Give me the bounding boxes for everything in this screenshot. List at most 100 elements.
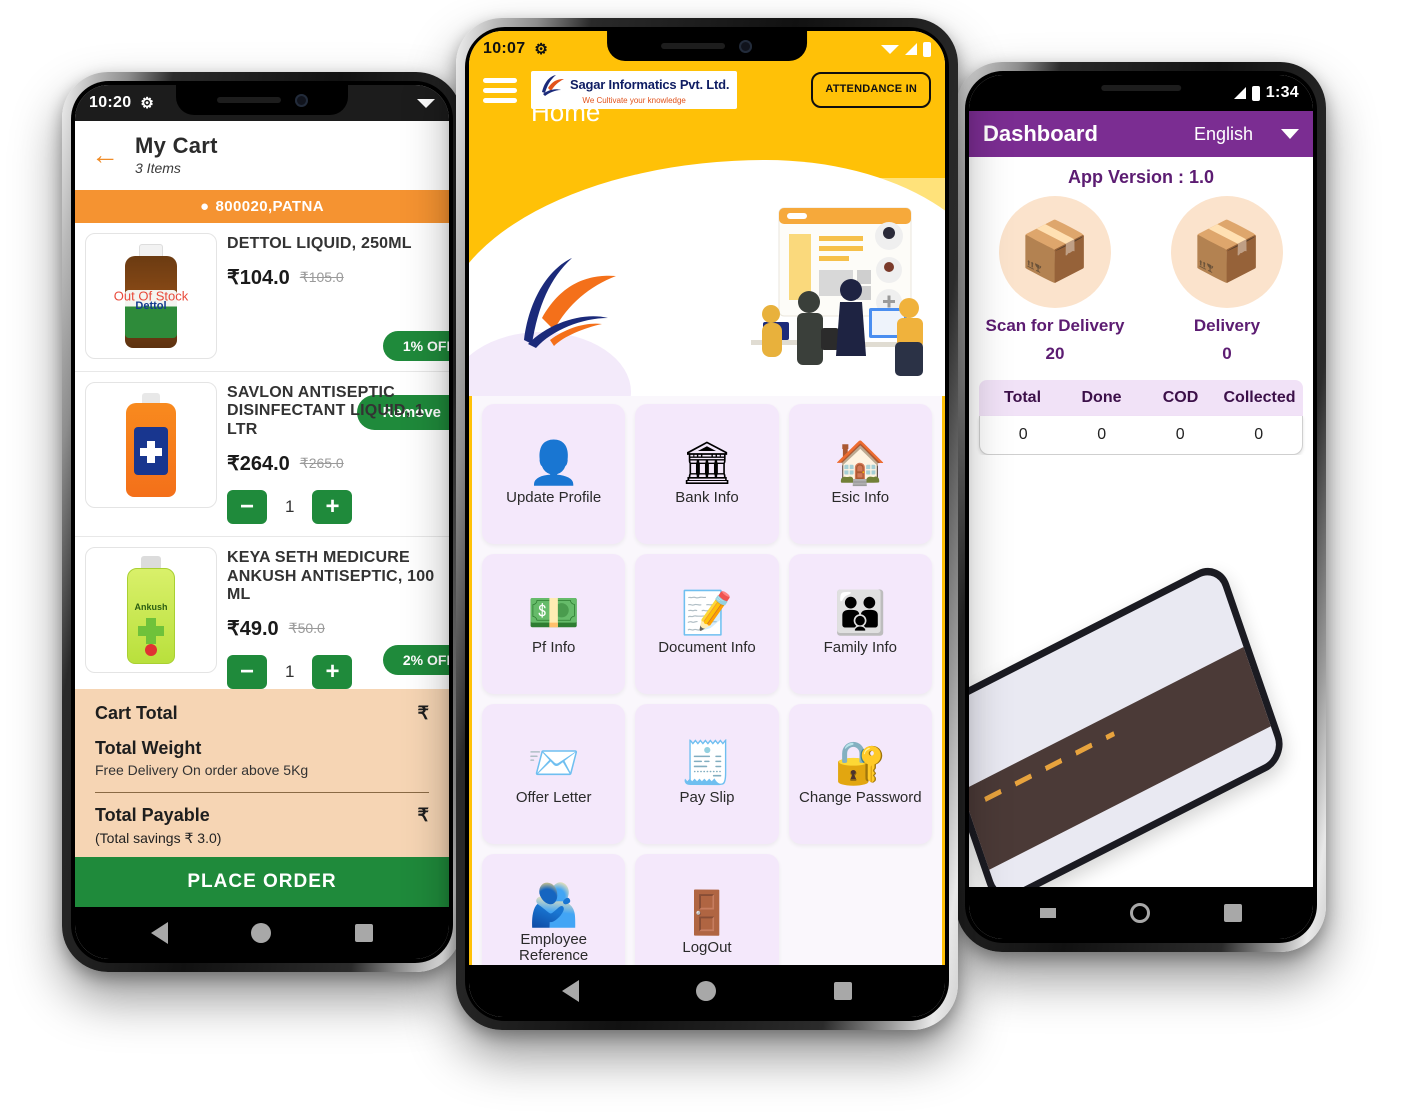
- nav-home-icon[interactable]: [696, 981, 717, 1001]
- tile-label: Family Info: [823, 639, 897, 657]
- nav-recents-icon[interactable]: [1224, 904, 1242, 922]
- hamburger-menu-icon[interactable]: [483, 77, 517, 103]
- attendance-in-button[interactable]: ATTENDANCE IN: [811, 72, 931, 109]
- tile-esic-info[interactable]: 🏠 Esic Info: [788, 404, 932, 545]
- gear-icon: ⚙: [140, 94, 155, 112]
- tile-family-info[interactable]: 👪 Family Info: [788, 554, 932, 695]
- battery-icon: [1251, 85, 1260, 101]
- decrement-button[interactable]: −: [227, 490, 267, 525]
- product-name: DETTOL LIQUID, 250ML: [227, 235, 412, 252]
- employee-menu-grid: 👤 Update Profile 🏛 Bank Info 🏠 Esic Info…: [469, 396, 945, 965]
- tile-bank-info[interactable]: 🏛 Bank Info: [635, 404, 779, 545]
- delivery-stat-cards: 📦 Scan for Delivery 20 📦 Delivery 0: [969, 194, 1313, 374]
- tile-label: LogOut: [682, 939, 732, 957]
- total-payable-value: ₹: [417, 805, 429, 825]
- nav-home-icon[interactable]: [1130, 903, 1150, 923]
- column-header: Total: [1003, 389, 1042, 406]
- discount-badge: 1% OFF: [382, 331, 449, 361]
- tile-label: Change Password: [799, 789, 922, 807]
- increment-button[interactable]: +: [312, 655, 353, 689]
- nav-back-icon[interactable]: [1040, 908, 1056, 918]
- nav-recents-icon[interactable]: [834, 982, 853, 1000]
- earpiece-speaker: [216, 97, 281, 103]
- tile-pf-info[interactable]: 💵 Pf Info: [482, 554, 626, 695]
- product-name: KEYA SETH MEDICURE ANKUSH ANTISEPTIC, 10…: [227, 549, 435, 603]
- tile-pay-slip[interactable]: 🧾 Pay Slip: [635, 704, 779, 845]
- android-nav-bar: [969, 887, 1313, 939]
- tile-change-password[interactable]: 🔐 Change Password: [788, 704, 932, 845]
- stat-card[interactable]: 📦 Delivery 0: [1151, 196, 1302, 364]
- status-time: 10:20: [89, 94, 132, 111]
- gear-icon: ⚙: [534, 40, 549, 58]
- language-value: English: [1193, 123, 1253, 144]
- front-camera: [739, 39, 753, 53]
- employee-app-bar: Sagar Informatics Pvt. Ltd. We Cultivate…: [469, 67, 945, 139]
- cart-item-row: SAVLON ANTISEPTIC DISINFECTANT LIQUID, 1…: [75, 372, 449, 538]
- tile-employee-reference[interactable]: 🫂 Employee Reference: [482, 854, 626, 965]
- decrement-button[interactable]: −: [227, 655, 267, 689]
- product-mrp: ₹265.0: [299, 455, 344, 472]
- product-mrp: ₹105.0: [299, 269, 344, 286]
- battery-icon: [923, 41, 931, 57]
- phone-notch: [175, 85, 349, 115]
- employee-hero-banner: [469, 138, 945, 397]
- app-version-label: App Version : 1.0: [1067, 167, 1215, 187]
- tile-label: Bank Info: [675, 489, 739, 507]
- stat-card[interactable]: 📦 Scan for Delivery 20: [979, 196, 1130, 364]
- tile-label: Offer Letter: [515, 789, 592, 807]
- earpiece-speaker: [661, 43, 726, 49]
- tile-label: Employee Reference: [519, 930, 589, 965]
- nav-back-icon[interactable]: [150, 922, 168, 944]
- location-text: 800020,PATNA: [215, 198, 324, 215]
- quantity-stepper[interactable]: − 1 +: [227, 490, 439, 525]
- company-name: Sagar Informatics Pvt. Ltd.: [570, 77, 730, 93]
- language-selector[interactable]: English: [1194, 124, 1299, 145]
- place-order-button[interactable]: PLACE ORDER: [75, 857, 449, 907]
- product-name: SAVLON ANTISEPTIC DISINFECTANT LIQUID, 1…: [227, 384, 424, 438]
- nav-recents-icon[interactable]: [355, 924, 374, 942]
- package-glyph: 📦: [1018, 219, 1092, 284]
- chevron-down-icon[interactable]: [1281, 129, 1299, 139]
- tile-document-info[interactable]: 📝 Document Info: [635, 554, 779, 695]
- package-box-icon: 📦: [1170, 196, 1283, 308]
- increment-button[interactable]: +: [312, 490, 353, 525]
- sagar-logo-mark: [542, 75, 564, 96]
- phone-notch: [607, 31, 807, 61]
- discount-badge: 2% OFF: [382, 645, 449, 676]
- user-profile-icon: 👤: [527, 439, 580, 487]
- delivery-phone-mockup: 1:34 Dashboard English App Version : 1.0…: [956, 62, 1326, 952]
- tile-offer-letter[interactable]: 📨 Offer Letter: [482, 704, 626, 845]
- stat-card-value: 0: [1222, 344, 1232, 363]
- stat-card-label: Delivery: [1193, 316, 1261, 335]
- nav-back-icon[interactable]: [561, 980, 579, 1002]
- phone-notch: [1041, 75, 1241, 101]
- screenshot-stage: 10:20 ⚙ ← My Cart 3 Items ● 800020,PATNA…: [0, 0, 1414, 1118]
- tile-update-profile[interactable]: 👤 Update Profile: [482, 404, 626, 545]
- product-price: ₹264.0: [227, 453, 290, 476]
- product-image: Ankush: [85, 547, 217, 674]
- cart-item-row: Ankush KEYA SETH MEDICURE ANKUSH ANTISEP…: [75, 537, 449, 689]
- money-cash-icon: 💵: [527, 589, 580, 637]
- bank-building-icon: 🏛: [680, 439, 734, 487]
- stat-card-label: Scan for Delivery: [985, 316, 1125, 335]
- back-arrow-icon[interactable]: ←: [91, 140, 119, 169]
- tile-logout[interactable]: 🚪 LogOut: [635, 854, 779, 965]
- employee-network-icon: 🫂: [527, 880, 580, 928]
- package-box-icon: 📦: [998, 196, 1111, 308]
- delivery-location-bar[interactable]: ● 800020,PATNA: [75, 190, 449, 223]
- employee-phone-mockup: 10:07 ⚙ Sagar Informatics Pvt. Ltd. We C…: [456, 18, 958, 1030]
- page-title: Dashboard: [983, 121, 1098, 146]
- wifi-icon: [417, 98, 435, 108]
- product-image: Dettol Out Of Stock: [85, 233, 217, 359]
- tile-label: Document Info: [658, 639, 756, 657]
- android-nav-bar: [469, 965, 945, 1017]
- product-price: ₹49.0: [227, 618, 279, 641]
- front-camera: [294, 93, 308, 107]
- cart-header: ← My Cart 3 Items: [75, 121, 449, 190]
- product-price: ₹104.0: [227, 267, 290, 290]
- cart-summary: Cart Total ₹ Total Weight Free Delivery …: [75, 689, 449, 857]
- cart-item-row: Dettol Out Of Stock DETTOL LIQUID, 250ML…: [75, 223, 449, 430]
- nav-home-icon[interactable]: [251, 923, 272, 943]
- total-weight-label: Total Weight: [95, 738, 202, 758]
- tile-label: Pay Slip: [679, 789, 735, 807]
